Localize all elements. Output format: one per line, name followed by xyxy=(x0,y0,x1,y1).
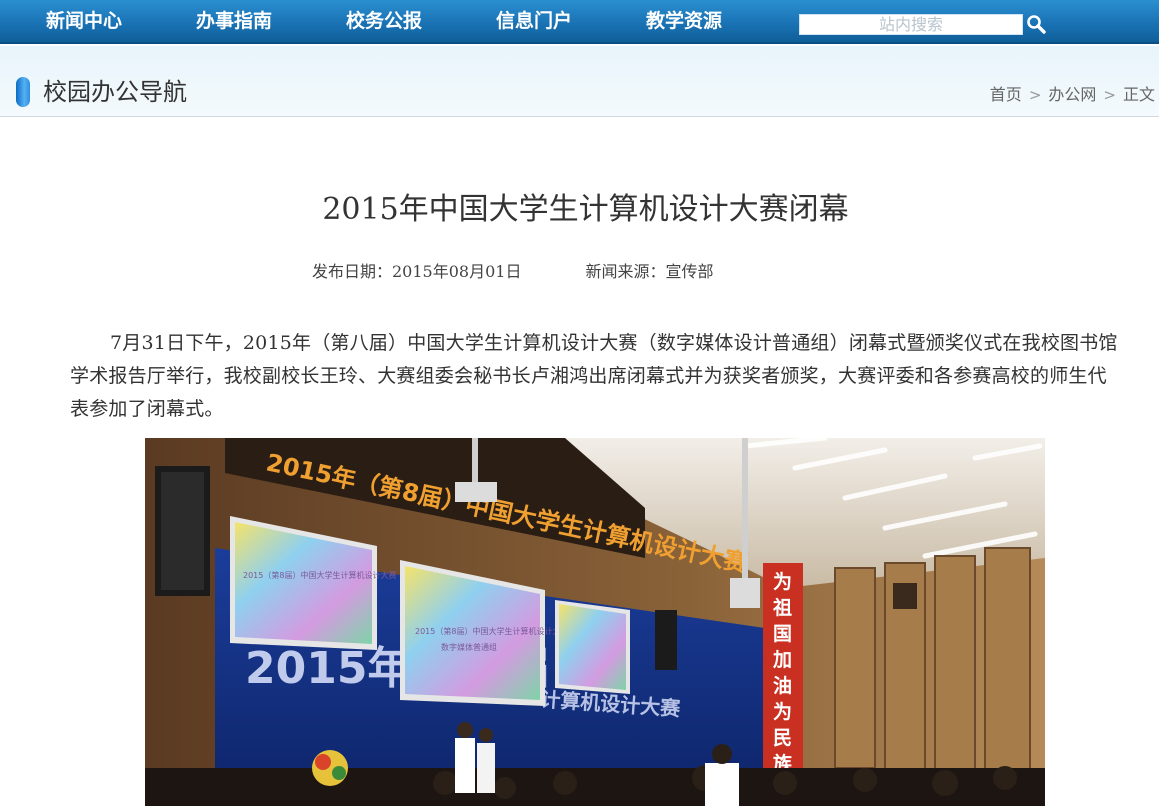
section-marker-icon xyxy=(16,77,30,107)
screen-text-left: 2015（第8届）中国大学生计算机设计大赛 xyxy=(243,570,396,580)
pillar-text-2: 祖 xyxy=(772,596,792,619)
article-body: 7月31日下午，2015年（第八届）中国大学生计算机设计大赛（数字媒体设计普通组… xyxy=(70,332,1118,420)
nav-item-news-center[interactable]: 新闻中心 xyxy=(46,8,122,34)
chevron-right-icon: > xyxy=(1028,86,1042,104)
pillar-text-3: 国 xyxy=(773,623,792,645)
nav-item-info-portal[interactable]: 信息门户 xyxy=(496,8,572,34)
search-input[interactable]: 站内搜索 xyxy=(799,14,1023,35)
breadcrumb-home[interactable]: 首页 xyxy=(990,85,1022,104)
breadcrumb-current: 正文 xyxy=(1122,85,1155,104)
top-navigation-bar: 新闻中心 办事指南 校务公报 信息门户 教学资源 站内搜索 xyxy=(0,0,1159,44)
pillar-text-1: 为 xyxy=(773,570,792,593)
nav-item-school-bulletin[interactable]: 校务公报 xyxy=(346,8,422,34)
screen-text-center: 2015（第8届）中国大学生计算机设计大赛 xyxy=(415,626,568,636)
article-photo: 2015年（第8届）中国大学生计算机设计大赛 2015年(第8届 计算机设计大赛… xyxy=(145,438,1045,806)
breadcrumb: 首页 > 办公网 > 正文 xyxy=(990,84,1155,106)
news-source: 新闻来源：宣传部 xyxy=(585,262,714,281)
pillar-text-5: 油 xyxy=(773,675,792,697)
section-title: 校园办公导航 xyxy=(43,78,187,106)
search-icon[interactable] xyxy=(1025,13,1049,37)
article-title: 2015年中国大学生计算机设计大赛闭幕 xyxy=(322,192,849,227)
section-header: 校园办公导航 首页 > 办公网 > 正文 xyxy=(0,46,1159,117)
pillar-text-7: 民 xyxy=(773,727,792,749)
nav-item-teaching-resources[interactable]: 教学资源 xyxy=(646,8,722,34)
pillar-text-6: 为 xyxy=(773,700,792,723)
breadcrumb-office[interactable]: 办公网 xyxy=(1048,85,1096,104)
nav-item-service-guide[interactable]: 办事指南 xyxy=(196,8,272,34)
pillar-text-4: 加 xyxy=(772,649,792,671)
chevron-right-icon: > xyxy=(1103,86,1116,104)
publish-date: 发布日期：2015年08月01日 xyxy=(312,262,522,281)
article-meta: 发布日期：2015年08月01日 新闻来源：宣传部 xyxy=(312,260,713,284)
screen-subtext-center: 数字媒体普通组 xyxy=(441,642,497,652)
